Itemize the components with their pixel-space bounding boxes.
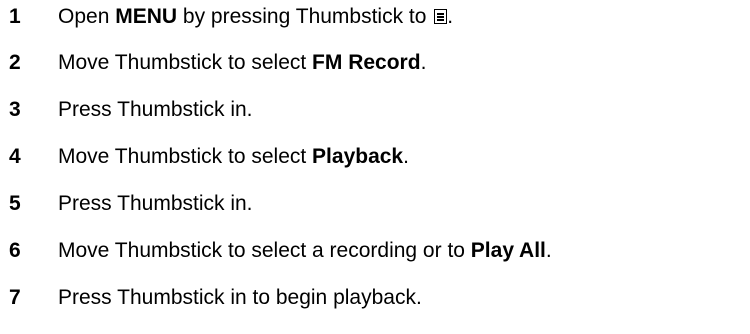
step-4: 4 Move Thumbstick to select Playback. [0,142,409,172]
step-text: Press Thumbstick in. [58,192,253,215]
step-number: 3 [9,98,21,121]
step-number: 6 [9,239,21,262]
step-1: 1 Open MENU by pressing Thumbstick to . [0,2,453,32]
step-keyword: FM Record [312,51,421,74]
step-text: Press Thumbstick in. [58,98,253,121]
step-3: 3 Press Thumbstick in. [0,95,253,125]
step-number: 2 [9,51,21,74]
step-number: 4 [9,145,21,168]
step-5: 5 Press Thumbstick in. [0,189,253,219]
step-6: 6 Move Thumbstick to select a recording … [0,236,552,266]
menu-icon [434,9,448,24]
step-keyword: MENU [115,5,178,28]
step-text: Move Thumbstick to select Playback. [58,145,409,168]
instruction-steps: 1 Open MENU by pressing Thumbstick to . … [0,0,750,334]
step-number: 5 [9,192,21,215]
step-text: Press Thumbstick in to begin playback. [58,286,422,309]
step-7: 7 Press Thumbstick in to begin playback. [0,283,422,313]
step-number: 1 [9,5,21,28]
step-text: Move Thumbstick to select a recording or… [58,239,552,262]
step-text: Move Thumbstick to select FM Record. [58,51,427,74]
step-keyword: Playback [312,145,404,168]
step-2: 2 Move Thumbstick to select FM Record. [0,48,426,78]
step-keyword: Play All [470,239,546,262]
step-number: 7 [9,286,21,309]
step-text: Open MENU by pressing Thumbstick to . [58,5,454,28]
